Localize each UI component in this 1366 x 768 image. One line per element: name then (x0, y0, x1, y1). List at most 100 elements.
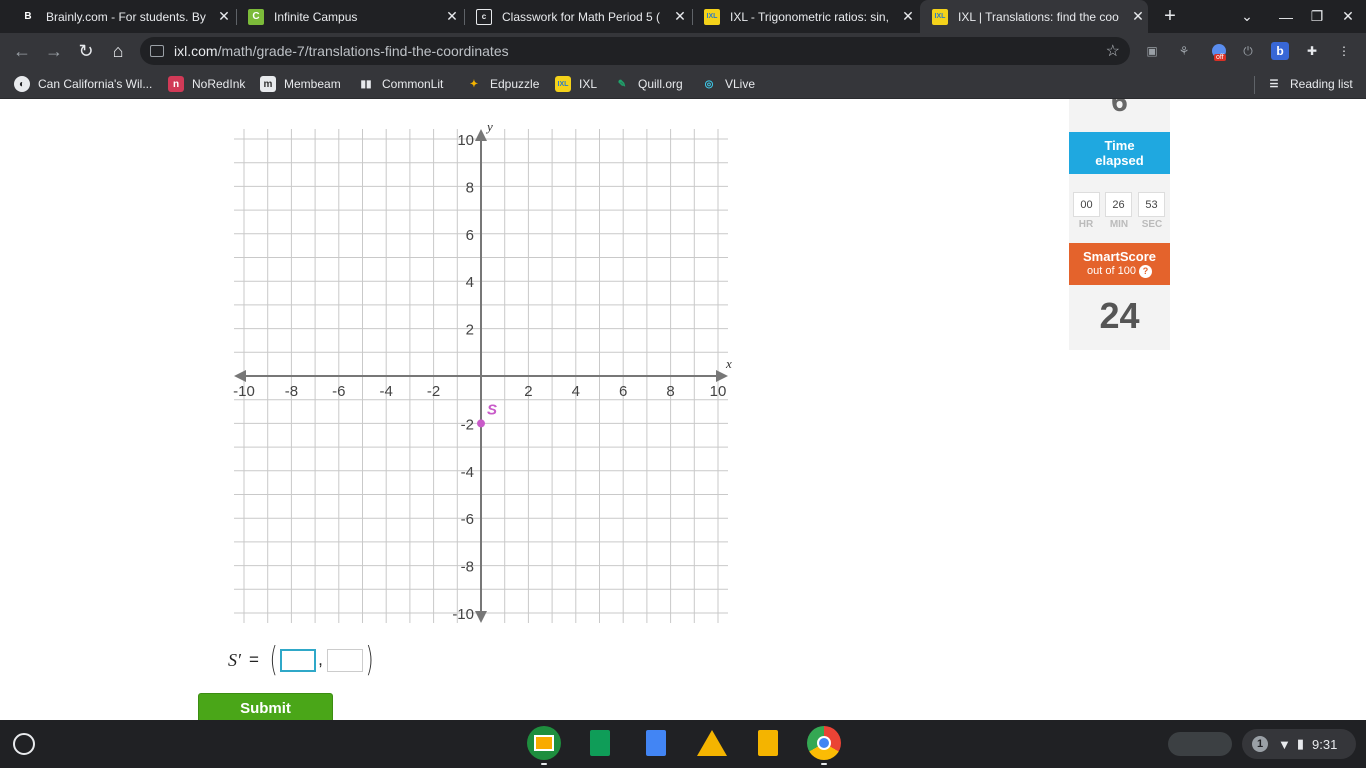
tab-search-icon[interactable]: ⌄ (1232, 0, 1262, 33)
minimize-button[interactable]: — (1271, 0, 1301, 33)
classroom-app-icon[interactable] (527, 726, 561, 760)
tab-infinite-campus[interactable]: C Infinite Campus ✕ (248, 0, 462, 33)
side-panel: 6 Time elapsed 00 26 53 HR MIN SEC SmartS… (1069, 99, 1170, 350)
y-tick-label: 6 (466, 227, 474, 244)
y-tick-label: 2 (466, 322, 474, 339)
bookmark-item[interactable]: ✦ Edpuzzle (466, 75, 540, 93)
bookmark-item[interactable]: ◐ Can California's Wil... (14, 75, 152, 93)
smartscore-subtitle: out of 100 ? (1069, 265, 1170, 278)
y-tick-label: 8 (466, 179, 474, 196)
y-tick-label: -4 (461, 464, 474, 481)
smartscore-title: SmartScore (1083, 249, 1156, 264)
extension-off-icon[interactable]: off (1210, 42, 1228, 61)
extensions-puzzle-icon[interactable]: ✚ (1303, 42, 1321, 60)
y-tick-label: 10 (457, 132, 474, 149)
x-tick-label: -2 (427, 383, 440, 400)
point-s-label: S (487, 401, 497, 418)
timer-min-label: MIN (1109, 219, 1129, 230)
home-icon[interactable]: ⌂ (106, 39, 130, 63)
tab-title: Infinite Campus (274, 9, 358, 24)
coordinate-grid[interactable]: x y -10 -8 -6 -4 -2 2 4 6 8 10 10 8 6 4 2 -2 -4 -6 -8 -10 S (220, 117, 760, 637)
vlive-icon: ◎ (704, 78, 714, 90)
bookmark-star-icon[interactable]: ☆ (1106, 41, 1120, 61)
sheets-app-icon[interactable] (583, 726, 617, 760)
launcher-icon[interactable] (13, 733, 35, 755)
notification-count: 1 (1252, 736, 1268, 752)
tab-title: IXL | Translations: find the coo (958, 9, 1119, 24)
y-tick-label: -8 (461, 559, 474, 576)
reload-icon[interactable]: ↻ (74, 39, 98, 63)
ixl-icon: IXL (704, 8, 720, 25)
smartscore-value: 24 (1099, 295, 1140, 336)
close-icon[interactable]: ✕ (442, 8, 462, 25)
globe-icon: ◐ (14, 76, 30, 92)
drive-app-icon[interactable] (695, 726, 729, 760)
back-icon[interactable]: ← (10, 39, 34, 63)
tab-classwork[interactable]: c Classwork for Math Period 5 ( ✕ (476, 0, 690, 33)
chrome-app-icon[interactable] (807, 726, 841, 760)
submit-button[interactable]: Submit (198, 693, 333, 720)
docs-app-icon[interactable] (639, 726, 673, 760)
y-axis-label: y (485, 119, 493, 134)
extension-icon[interactable]: ▣ (1143, 42, 1161, 60)
bookmark-item[interactable]: m Membeam (260, 75, 341, 93)
maximize-button[interactable]: ❐ (1302, 0, 1332, 33)
x-coordinate-input[interactable] (280, 648, 317, 672)
bookmark-item[interactable]: ▮▮ CommonLit (358, 75, 443, 93)
site-info-icon[interactable] (150, 45, 164, 57)
desks-button[interactable] (1168, 732, 1232, 756)
x-tick-label: 8 (666, 383, 674, 400)
brainly-icon: B (24, 11, 32, 22)
bookmark-item[interactable]: ✎ Quill.org (614, 75, 683, 93)
close-icon[interactable]: ✕ (898, 8, 918, 25)
edpuzzle-icon: ✦ (469, 78, 479, 90)
y-coordinate-input[interactable] (326, 648, 363, 672)
close-icon[interactable]: ✕ (214, 8, 234, 25)
tab-brainly[interactable]: B Brainly.com - For students. By ✕ (20, 0, 234, 33)
extension-b-icon[interactable]: b (1271, 42, 1289, 60)
browser-toolbar: ← → ↻ ⌂ ixl.com/math/grade-7/translation… (0, 33, 1366, 69)
status-tray[interactable]: 1 ▼ ▮ 9:31 (1242, 729, 1356, 759)
bookmark-item[interactable]: n NoRedInk (168, 75, 245, 93)
forward-icon[interactable]: → (42, 39, 66, 63)
y-tick-label: -10 (452, 606, 474, 623)
os-shelf: 1 ▼ ▮ 9:31 (0, 720, 1366, 768)
tab-ixl-translations[interactable]: IXL IXL | Translations: find the coo ✕ (920, 0, 1148, 33)
y-axis-arrow-up (475, 129, 487, 141)
bookmarks-bar: ◐ Can California's Wil... n NoRedInk m Memb… (0, 69, 1366, 99)
y-tick-label: -6 (461, 511, 474, 528)
right-paren: ) (365, 640, 374, 680)
tab-ixl-trig[interactable]: IXL IXL - Trigonometric ratios: sin, ✕ (704, 0, 918, 33)
address-bar[interactable]: ixl.com/math/grade-7/translations-find-t… (140, 37, 1130, 65)
answer-row: S′ = ( , ) (228, 640, 376, 680)
ixl-icon: IXL (555, 76, 571, 92)
reading-list-button[interactable]: ☰ Reading list (1266, 75, 1353, 93)
close-window-button[interactable]: ✕ (1333, 0, 1363, 33)
timer-hours: 00 (1073, 192, 1100, 217)
extension-icon[interactable]: ⚘ (1175, 42, 1193, 60)
tab-title: IXL - Trigonometric ratios: sin, (730, 9, 889, 24)
close-icon[interactable]: ✕ (670, 8, 690, 25)
y-axis-arrow-down (475, 611, 487, 623)
bookmark-item[interactable]: ◎ VLive (701, 75, 755, 93)
power-icon[interactable]: ⏻ (1239, 42, 1257, 60)
point-s (477, 419, 485, 428)
help-icon[interactable]: ? (1139, 265, 1152, 278)
battery-icon: ▮ (1296, 736, 1305, 751)
slides-app-icon[interactable] (751, 726, 785, 760)
comma: , (318, 650, 323, 669)
x-tick-label: -10 (233, 383, 255, 400)
left-paren: ( (269, 640, 278, 680)
new-tab-button[interactable]: + (1155, 0, 1185, 33)
classroom-icon: c (476, 8, 492, 25)
menu-icon[interactable]: ⋮ (1335, 42, 1353, 60)
x-tick-label: 6 (619, 383, 627, 400)
close-icon[interactable]: ✕ (1128, 8, 1148, 25)
bookmark-item[interactable]: IXL IXL (555, 75, 597, 93)
ixl-icon: IXL (932, 8, 948, 25)
x-tick-label: 2 (524, 383, 532, 400)
clock: 9:31 (1312, 736, 1338, 752)
equals-sign: = (248, 650, 259, 669)
y-tick-label: 4 (466, 274, 474, 291)
timer-hr-label: HR (1078, 219, 1094, 230)
